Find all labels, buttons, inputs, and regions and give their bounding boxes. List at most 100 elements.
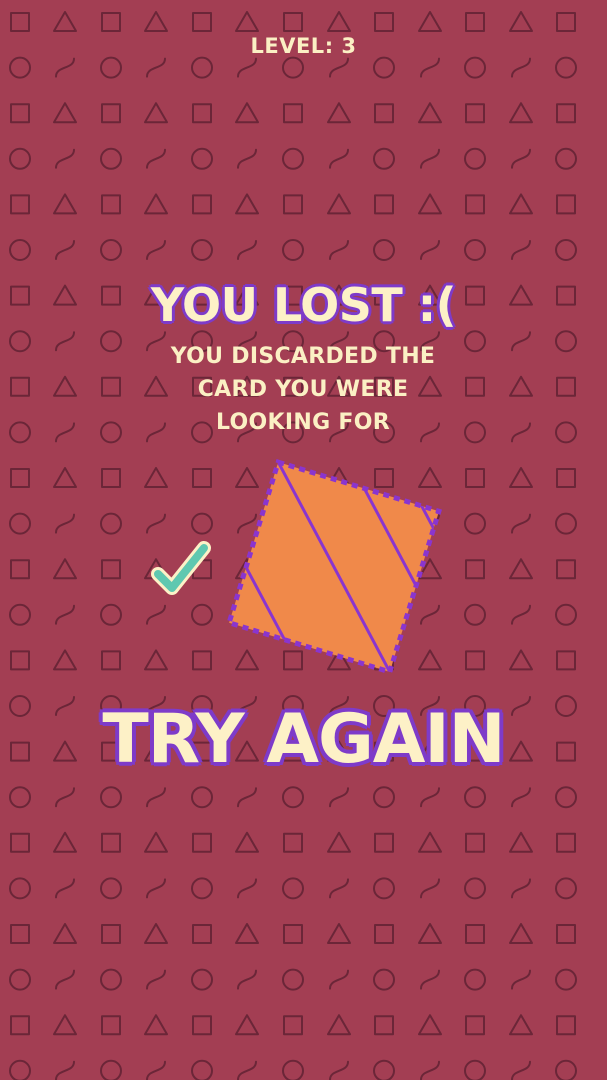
- pattern-circle: [191, 1059, 213, 1080]
- pattern-squiggle: [146, 513, 166, 534]
- pattern-squiggle: [55, 57, 75, 78]
- pattern-circle: [464, 330, 486, 353]
- pattern-circle: [555, 330, 577, 353]
- pattern-squiggle: [237, 787, 257, 808]
- pattern-square: [556, 924, 576, 944]
- pattern-circle: [100, 512, 122, 535]
- pattern-square: [10, 650, 30, 671]
- pattern-circle: [100, 421, 122, 444]
- pattern-squiggle: [55, 1060, 75, 1080]
- pattern-square: [101, 1015, 121, 1036]
- pattern-triangle: [235, 923, 259, 944]
- pattern-triangle: [144, 831, 168, 853]
- pattern-circle: [555, 239, 577, 261]
- pattern-squiggle: [329, 148, 349, 169]
- pattern-circle: [555, 877, 577, 900]
- pattern-squiggle: [55, 969, 75, 990]
- pattern-circle: [464, 512, 486, 535]
- pattern-squiggle: [146, 148, 166, 169]
- pattern-squiggle: [329, 878, 349, 899]
- pattern-square: [556, 650, 576, 671]
- pattern-squiggle: [55, 331, 75, 352]
- pattern-circle: [100, 147, 122, 170]
- pattern-circle: [373, 786, 395, 809]
- pattern-squiggle: [329, 787, 349, 808]
- pattern-triangle: [144, 923, 168, 944]
- pattern-triangle: [327, 1014, 351, 1036]
- pattern-triangle: [509, 923, 533, 944]
- pattern-circle: [100, 786, 122, 809]
- pattern-square: [101, 103, 121, 124]
- result-title: YOU LOST :(: [150, 278, 457, 332]
- pattern-square: [556, 832, 576, 853]
- pattern-square: [465, 924, 485, 944]
- pattern-circle: [282, 786, 304, 809]
- pattern-circle: [100, 603, 122, 626]
- pattern-square: [101, 376, 121, 397]
- pattern-square: [192, 924, 212, 944]
- pattern-triangle: [53, 923, 77, 944]
- pattern-square: [10, 194, 30, 215]
- pattern-squiggle: [511, 513, 531, 534]
- pattern-triangle: [509, 831, 533, 853]
- pattern-circle: [191, 603, 213, 626]
- pattern-circle: [282, 147, 304, 170]
- try-again-button[interactable]: TRY AGAIN: [0, 700, 607, 779]
- pattern-circle: [191, 512, 213, 535]
- pattern-square: [556, 194, 576, 215]
- pattern-circle: [555, 968, 577, 991]
- pattern-square: [101, 194, 121, 215]
- game-screen: LEVEL: 3 YOU LOST :( YOU DISCARDED THE C…: [0, 0, 607, 1080]
- pattern-triangle: [235, 1014, 259, 1036]
- pattern-triangle: [53, 102, 77, 124]
- pattern-squiggle: [511, 331, 531, 352]
- pattern-triangle: [509, 102, 533, 124]
- pattern-circle: [9, 330, 31, 353]
- pattern-circle: [100, 1059, 122, 1080]
- pattern-squiggle: [237, 969, 257, 990]
- pattern-circle: [464, 786, 486, 809]
- pattern-circle: [191, 786, 213, 809]
- pattern-triangle: [509, 467, 533, 488]
- pattern-square: [101, 650, 121, 671]
- pattern-square: [283, 12, 303, 32]
- pattern-square: [556, 1015, 576, 1036]
- pattern-triangle: [509, 1014, 533, 1036]
- pattern-squiggle: [237, 878, 257, 899]
- pattern-circle: [464, 603, 486, 626]
- pattern-circle: [555, 786, 577, 809]
- pattern-square: [556, 376, 576, 397]
- pattern-circle: [373, 877, 395, 900]
- pattern-squiggle: [511, 148, 531, 169]
- pattern-squiggle: [420, 787, 440, 808]
- pattern-squiggle: [55, 604, 75, 625]
- pattern-circle: [555, 421, 577, 444]
- pattern-circle: [191, 877, 213, 900]
- pattern-circle: [282, 877, 304, 900]
- pattern-squiggle: [511, 969, 531, 990]
- result-message: YOU DISCARDED THE CARD YOU WERE LOOKING …: [170, 344, 436, 435]
- pattern-triangle: [144, 467, 168, 488]
- pattern-squiggle: [420, 148, 440, 169]
- pattern-circle: [373, 968, 395, 991]
- pattern-circle: [100, 877, 122, 900]
- pattern-triangle: [327, 193, 351, 215]
- pattern-triangle: [509, 649, 533, 671]
- pattern-squiggle: [55, 148, 75, 169]
- pattern-square: [556, 103, 576, 124]
- pattern-circle: [9, 147, 31, 170]
- pattern-squiggle: [146, 1060, 166, 1080]
- pattern-squiggle: [237, 57, 257, 78]
- pattern-square: [556, 12, 576, 32]
- pattern-square: [374, 832, 394, 853]
- pattern-squiggle: [237, 1060, 257, 1080]
- pattern-triangle: [53, 831, 77, 853]
- pattern-square: [192, 194, 212, 215]
- pattern-squiggle: [146, 604, 166, 625]
- pattern-squiggle: [146, 240, 166, 260]
- pattern-circle: [9, 786, 31, 809]
- pattern-circle: [282, 56, 304, 79]
- pattern-square: [101, 559, 121, 580]
- pattern-square: [10, 832, 30, 853]
- pattern-square: [192, 1015, 212, 1036]
